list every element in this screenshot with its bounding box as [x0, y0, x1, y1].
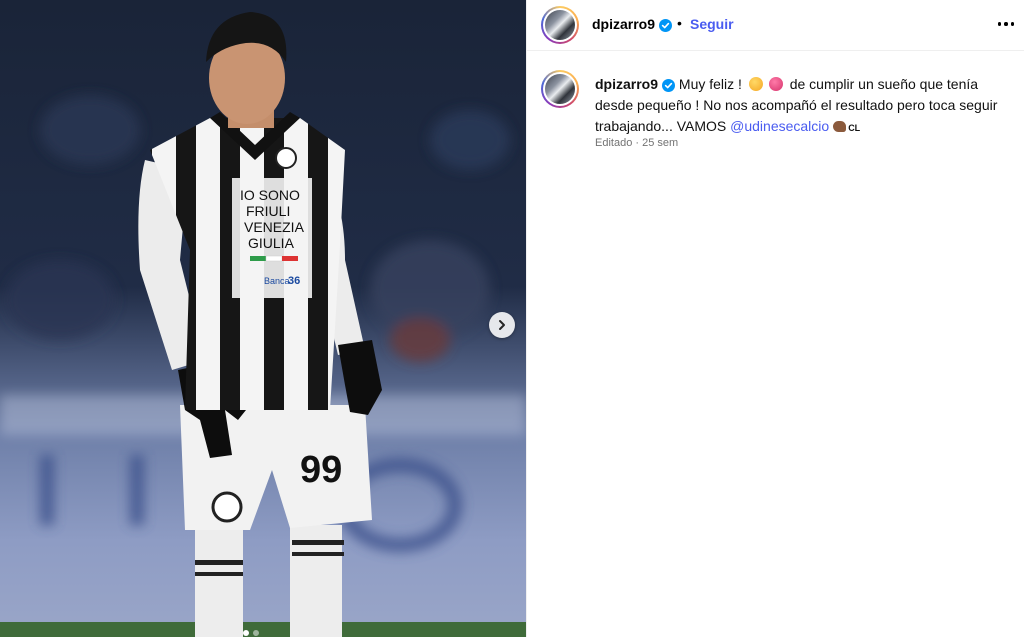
avatar-image [545, 74, 575, 104]
caption-username[interactable]: dpizarro9 [595, 76, 658, 92]
separator-dot: • [677, 15, 682, 31]
caption-text-start: Muy feliz ! [678, 76, 742, 92]
player-photo: 99 IO SONO FRIULI VENEZIA GIULIA Banca 3… [0, 0, 526, 637]
chevron-right-icon [499, 320, 505, 330]
grinning-face-emoji-icon [748, 77, 763, 91]
jersey-text-1: IO SONO [240, 187, 300, 203]
mention-link[interactable]: @udinesecalcio [730, 118, 829, 134]
jersey-text-2: FRIULI [246, 203, 290, 219]
carousel-dot [253, 630, 259, 636]
verified-badge-icon [662, 78, 676, 92]
sponsor-number: 36 [288, 275, 300, 287]
post-caption: dpizarro9 Muy feliz ! de cumplir un sueñ… [595, 74, 1015, 139]
username[interactable]: dpizarro9 [592, 16, 655, 32]
carousel-dot [243, 630, 249, 636]
next-image-button[interactable] [489, 312, 515, 338]
username-link[interactable]: dpizarro9 [592, 16, 673, 32]
follow-button[interactable]: Seguir [690, 16, 734, 32]
jersey-text-3: VENEZIA [244, 219, 305, 235]
shirt-number: 99 [300, 449, 342, 491]
carousel-indicator [243, 630, 259, 636]
avatar-image [545, 10, 575, 40]
chile-flag-icon: CL [848, 123, 861, 133]
post-header: dpizarro9 • Seguir [527, 0, 1024, 51]
sponsor-text: Banca [264, 276, 290, 286]
verified-badge-icon [659, 18, 673, 32]
caption-avatar[interactable] [541, 70, 579, 108]
star-struck-emoji-icon [768, 77, 783, 91]
post-photo: 99 IO SONO FRIULI VENEZIA GIULIA Banca 3… [0, 0, 526, 637]
post-meta: Editado · 25 sem [595, 137, 679, 149]
more-options-icon[interactable] [995, 14, 1017, 34]
post-sidebar: dpizarro9 • Seguir dpizarro9 Muy feliz !… [526, 0, 1024, 637]
avatar[interactable] [541, 6, 579, 44]
flexed-biceps-emoji-icon [833, 121, 847, 132]
jersey-text-4: GIULIA [248, 235, 295, 251]
